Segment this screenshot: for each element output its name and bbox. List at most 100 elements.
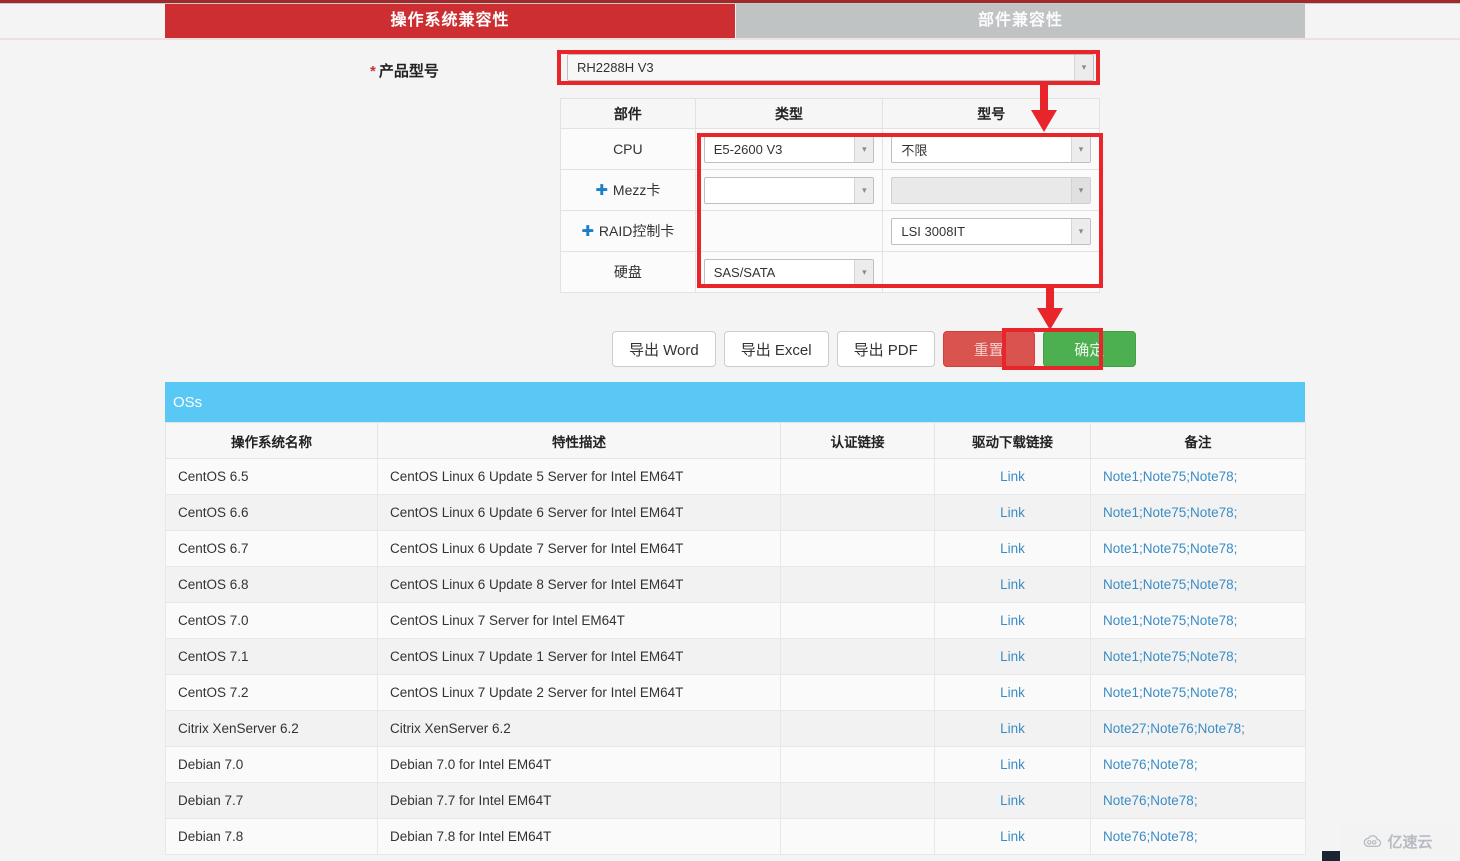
oss-cell-cert-link [780, 566, 935, 603]
component-model-raid-cell: LSI 3008IT ▾ [882, 210, 1100, 252]
oss-cell-os-name: CentOS 7.2 [165, 674, 378, 711]
driver-download-link[interactable]: Link [1000, 685, 1025, 700]
product-model-label: * 产品型号 [370, 60, 560, 81]
oss-col-description: 特性描述 [377, 422, 781, 459]
watermark-corner-block [1322, 851, 1340, 861]
oss-col-cert-link: 认证链接 [780, 422, 935, 459]
driver-download-link[interactable]: Link [1000, 829, 1025, 844]
oss-cell-os-name: Debian 7.7 [165, 782, 378, 819]
driver-download-link[interactable]: Link [1000, 793, 1025, 808]
remark-notes[interactable]: Note1;Note75;Note78; [1103, 613, 1237, 628]
tab-os-compatibility[interactable]: 操作系统兼容性 [165, 4, 735, 38]
driver-download-link[interactable]: Link [1000, 757, 1025, 772]
product-model-select[interactable]: RH2288H V3 ▾ [567, 54, 1094, 81]
oss-cell-os-name: CentOS 7.1 [165, 638, 378, 675]
oss-cell-remark: Note1;Note75;Note78; [1090, 566, 1306, 603]
component-part-mezz: ✚ Mezz卡 [560, 169, 696, 211]
table-row: Debian 7.7 Debian 7.7 for Intel EM64T Link… [165, 782, 1306, 819]
component-part-disk: 硬盘 [560, 251, 696, 293]
component-row-raid: ✚ RAID控制卡 LSI 3008IT ▾ [560, 210, 1100, 252]
driver-download-link[interactable]: Link [1000, 577, 1025, 592]
table-row: CentOS 6.6 CentOS Linux 6 Update 6 Server… [165, 494, 1306, 531]
plus-icon[interactable]: ✚ [595, 182, 608, 199]
driver-download-link[interactable]: Link [1000, 613, 1025, 628]
oss-cell-remark: Note1;Note75;Note78; [1090, 638, 1306, 675]
oss-col-os-name: 操作系统名称 [165, 422, 378, 459]
oss-cell-cert-link [780, 710, 935, 747]
disk-type-value: SAS/SATA [713, 264, 776, 280]
confirm-button[interactable]: 确定 [1042, 331, 1136, 367]
required-asterisk: * [370, 63, 376, 80]
cpu-type-select[interactable]: E5-2600 V3 ▾ [703, 135, 875, 163]
oss-table-body: CentOS 6.5 CentOS Linux 6 Update 5 Server… [165, 458, 1306, 855]
driver-download-link[interactable]: Link [1000, 541, 1025, 556]
component-type-mezz-cell: ▾ [694, 169, 884, 211]
component-part-raid-label: RAID控制卡 [598, 223, 675, 239]
oss-cell-cert-link [780, 530, 935, 567]
remark-notes[interactable]: Note27;Note76;Note78; [1103, 721, 1245, 736]
mezz-type-select[interactable]: ▾ [703, 176, 875, 204]
table-row: Debian 7.0 Debian 7.0 for Intel EM64T Link… [165, 746, 1306, 783]
remark-notes[interactable]: Note1;Note75;Note78; [1103, 469, 1237, 484]
remark-notes[interactable]: Note76;Note78; [1103, 757, 1198, 772]
component-filter-table: 部件 类型 型号 CPU E5-2600 V3 ▾ 不限 ▾ ✚ Mezz卡 ▾… [560, 98, 1100, 293]
component-part-raid: ✚ RAID控制卡 [560, 210, 696, 252]
remark-notes[interactable]: Note76;Note78; [1103, 829, 1198, 844]
oss-cell-os-name: CentOS 6.7 [165, 530, 378, 567]
tab-component-compatibility[interactable]: 部件兼容性 [736, 4, 1305, 38]
oss-cell-os-name: CentOS 6.6 [165, 494, 378, 531]
annotation-arrow-head-bottom [1037, 308, 1063, 330]
reset-button[interactable]: 重置 [942, 331, 1035, 367]
chevron-down-icon: ▾ [1071, 177, 1090, 203]
table-row: Debian 7.8 Debian 7.8 for Intel EM64T Link… [165, 818, 1306, 855]
oss-cell-remark: Note1;Note75;Note78; [1090, 494, 1306, 531]
disk-type-select[interactable]: SAS/SATA ▾ [703, 258, 875, 286]
oss-cell-os-name: CentOS 6.5 [165, 458, 378, 495]
cpu-model-select[interactable]: 不限 ▾ [891, 135, 1091, 163]
component-row-mezz: ✚ Mezz卡 ▾ ▾ [560, 169, 1100, 211]
oss-cell-description: CentOS Linux 7 Update 1 Server for Intel… [377, 638, 781, 675]
driver-download-link[interactable]: Link [1000, 649, 1025, 664]
cpu-type-value: E5-2600 V3 [713, 141, 783, 157]
oss-cell-driver-link: Link [934, 638, 1091, 675]
remark-notes[interactable]: Note1;Note75;Note78; [1103, 505, 1237, 520]
export-excel-button[interactable]: 导出 Excel [723, 331, 829, 367]
product-model-label-text: 产品型号 [378, 63, 439, 80]
export-pdf-button[interactable]: 导出 PDF [836, 331, 935, 367]
oss-cell-remark: Note76;Note78; [1090, 782, 1306, 819]
oss-cell-remark: Note1;Note75;Note78; [1090, 674, 1306, 711]
plus-icon[interactable]: ✚ [581, 223, 594, 240]
raid-model-value: LSI 3008IT [901, 223, 966, 239]
oss-cell-driver-link: Link [934, 746, 1091, 783]
chevron-down-icon: ▾ [1071, 218, 1090, 244]
driver-download-link[interactable]: Link [1000, 469, 1025, 484]
remark-notes[interactable]: Note1;Note75;Note78; [1103, 577, 1237, 592]
driver-download-link[interactable]: Link [1000, 721, 1025, 736]
oss-cell-driver-link: Link [934, 602, 1091, 639]
oss-cell-driver-link: Link [934, 494, 1091, 531]
oss-cell-remark: Note1;Note75;Note78; [1090, 458, 1306, 495]
oss-table: 操作系统名称 特性描述 认证链接 驱动下载链接 备注 CentOS 6.5 Cen… [165, 422, 1306, 855]
oss-cell-driver-link: Link [934, 710, 1091, 747]
oss-cell-cert-link [780, 602, 935, 639]
component-col-type: 类型 [694, 98, 884, 129]
export-word-button[interactable]: 导出 Word [612, 331, 716, 367]
remark-notes[interactable]: Note1;Note75;Note78; [1103, 649, 1237, 664]
oss-cell-description: Debian 7.8 for Intel EM64T [377, 818, 781, 855]
remark-notes[interactable]: Note1;Note75;Note78; [1103, 541, 1237, 556]
oss-cell-cert-link [780, 494, 935, 531]
oss-cell-description: CentOS Linux 7 Server for Intel EM64T [377, 602, 781, 639]
raid-model-select[interactable]: LSI 3008IT ▾ [891, 217, 1091, 245]
component-type-cpu-cell: E5-2600 V3 ▾ [694, 128, 884, 170]
component-model-cpu-cell: 不限 ▾ [882, 128, 1100, 170]
oss-cell-cert-link [780, 818, 935, 855]
driver-download-link[interactable]: Link [1000, 505, 1025, 520]
oss-col-driver-link: 驱动下载链接 [934, 422, 1091, 459]
component-row-cpu: CPU E5-2600 V3 ▾ 不限 ▾ [560, 128, 1100, 170]
remark-notes[interactable]: Note76;Note78; [1103, 793, 1198, 808]
table-row: CentOS 6.7 CentOS Linux 6 Update 7 Server… [165, 530, 1306, 567]
table-row: CentOS 7.1 CentOS Linux 7 Update 1 Server… [165, 638, 1306, 675]
remark-notes[interactable]: Note1;Note75;Note78; [1103, 685, 1237, 700]
oss-table-header-row: 操作系统名称 特性描述 认证链接 驱动下载链接 备注 [165, 422, 1306, 459]
tab-underline [0, 38, 1460, 40]
